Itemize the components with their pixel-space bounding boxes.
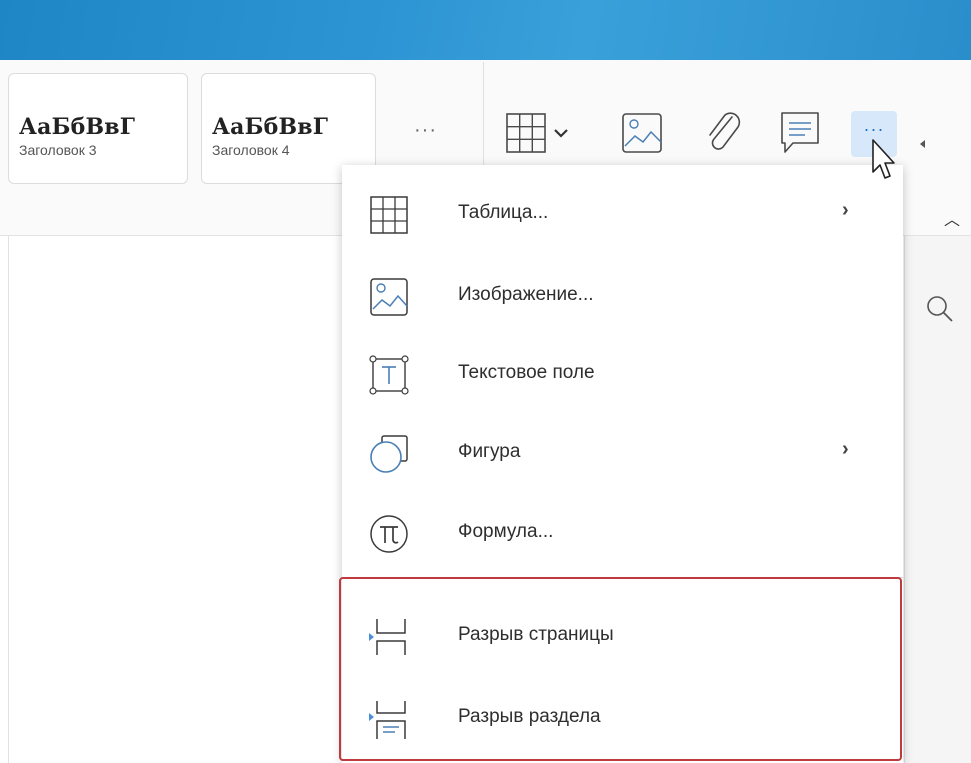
link-icon [709,112,741,150]
style-name: Заголовок 3 [19,142,97,158]
mouse-cursor-icon [871,138,895,187]
title-bar [0,0,971,60]
more-styles-button[interactable]: ··· [414,119,437,142]
scroll-left-icon[interactable] [920,140,925,148]
submenu-arrow-icon: › [842,438,849,460]
collapse-ribbon-icon[interactable]: ︿ [944,206,960,230]
menu-item-label: Текстовое поле [458,362,595,383]
table-icon [370,196,408,234]
formula-icon [370,515,408,553]
menu-item-table[interactable]: Таблица... › [342,175,903,251]
menu-item-image[interactable]: Изображение... [342,257,903,333]
comment-icon [781,112,819,153]
menu-item-formula[interactable]: Формула... [342,494,903,570]
shape-icon [370,435,408,473]
side-panel-border [904,236,905,763]
search-icon[interactable] [925,294,955,329]
insert-image-button[interactable] [621,112,665,161]
menu-item-shape[interactable]: Фигура › [342,414,903,490]
text-box-icon [369,355,409,395]
submenu-arrow-icon: › [842,199,849,221]
document-edge [8,236,9,763]
menu-item-label: Изображение... [458,284,594,305]
table-icon [506,113,568,153]
style-sample: АаБбВвГ [212,114,329,140]
style-sample: АаБбВвГ [19,114,136,140]
menu-item-text-box[interactable]: Текстовое поле [342,335,903,411]
menu-item-label: Формула... [458,521,554,542]
insert-comment-button[interactable] [779,110,823,163]
insert-link-button[interactable] [702,109,746,162]
highlight-frame [339,577,902,761]
style-heading-3[interactable]: АаБбВвГ Заголовок 3 [8,73,188,184]
style-name: Заголовок 4 [212,142,290,158]
insert-table-button[interactable] [505,112,577,161]
menu-item-label: Таблица... [458,202,549,223]
image-icon [370,278,408,316]
image-icon [622,113,662,153]
menu-item-label: Фигура [458,441,521,462]
